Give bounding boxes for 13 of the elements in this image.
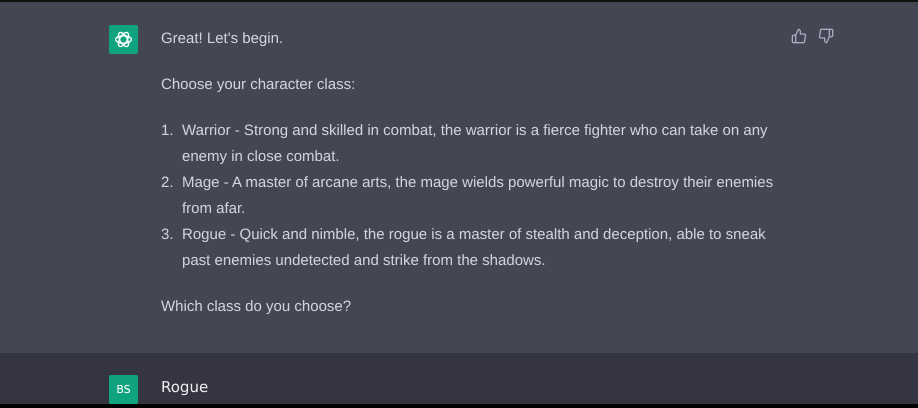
thumbs-down-icon[interactable] [818,28,834,44]
option-text: Mage - A master of arcane arts, the mage wields powerful magic to destroy their enemies from afar. [182,173,774,219]
option-text: Rogue - Quick and nimble, the rogue is a master of stealth and deception, able to sneak past enemies undetected and strike from the shadows. [182,225,767,271]
thumbs-up-icon[interactable] [791,28,807,44]
option-text: Warrior - Strong and skilled in combat, the warrior is a fierce fighter who can take on any enemy in close combat. [182,121,769,167]
user-avatar: BS [109,375,138,404]
list-number: 3. [161,225,175,245]
message-text: Which class do you choose? [161,297,352,317]
message-text: Great! Let's begin. [161,29,284,49]
list-number: 1. [161,121,175,141]
message-text: Choose your character class: [161,75,356,95]
message-text: Rogue [161,377,208,398]
list-number: 2. [161,173,175,193]
